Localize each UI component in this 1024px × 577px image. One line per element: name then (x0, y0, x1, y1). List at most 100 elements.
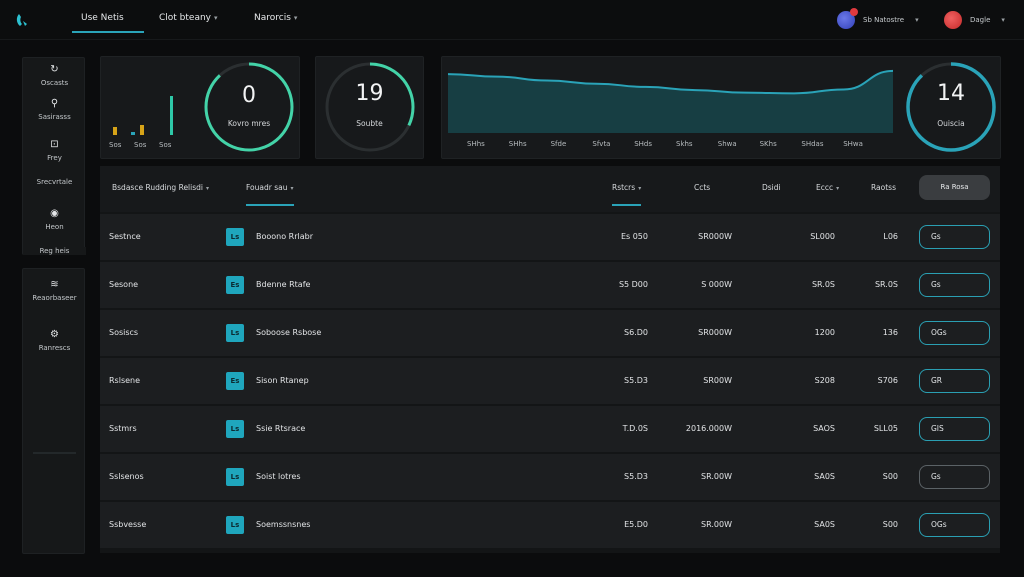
data-table: Bsdasce Rudding Relisdi ▾ Fouadr sau ▾ Rst… (100, 166, 1000, 553)
table-header: Bsdasce Rudding Relisdi ▾ Fouadr sau ▾ Rst… (100, 166, 1000, 212)
column-header-ccts[interactable]: Ccts (694, 183, 710, 192)
tab-use-netis[interactable]: Use Netis (72, 13, 144, 33)
row-value-1: S5.D3 (624, 376, 648, 385)
row-value-3: SAOS (813, 424, 835, 433)
chevron-down-icon: ▾ (1001, 16, 1005, 24)
row-value-3: 1200 (814, 328, 835, 337)
trend-card: SHhs SHhs Sfde Sfvta SHds Skhs Shwa SKhs SHdas SH… (441, 56, 1001, 159)
row-value-4: S706 (877, 376, 898, 385)
row-value-1: E5.D0 (624, 520, 648, 529)
row-icon: Ls (226, 420, 244, 438)
mini-bar-accent (131, 132, 135, 135)
row-value-4: 136 (882, 328, 898, 337)
row-value-1: Es 050 (620, 232, 648, 241)
sidebar-item-srecvrtale[interactable]: Srecvrtale (23, 178, 86, 186)
chevron-down-icon: ▾ (915, 16, 919, 24)
x-axis-tick-label: Sfvta (592, 140, 611, 148)
row-action-button[interactable]: Gs (919, 225, 990, 249)
ring-gauge-3 (906, 62, 996, 152)
table-row[interactable]: Ssbvesse Ls Soemssnsnes E5.D0 SR.00W SA0S S00 O… (100, 502, 1000, 548)
column-header-rstcrs[interactable]: Rstcrs ▾ (612, 183, 642, 206)
column-header-raotss[interactable]: Raotss (871, 183, 896, 192)
header-action-button[interactable]: Ra Rosa (919, 175, 990, 200)
area-chart (448, 69, 893, 133)
sidebar-item-sasirasss[interactable]: ⚲ Sasirasss (23, 98, 86, 121)
row-action-button[interactable]: GIS (919, 417, 990, 441)
row-value-2: SR.00W (701, 472, 732, 481)
settings-icon: ⚙ (50, 329, 59, 340)
sidebar-item-ranrescs[interactable]: ⚙ Ranrescs (23, 329, 86, 352)
x-axis-tick-label: SKhs (759, 140, 777, 148)
metric-card-ring2: 19 Soubte (315, 56, 424, 159)
mini-bar-chart (113, 96, 173, 135)
row-name: Ssbvesse (109, 520, 147, 529)
sidebar-item-heon[interactable]: ◉ Heon (23, 208, 86, 231)
row-value-2: SR00W (703, 376, 732, 385)
row-value-2: 2016.000W (685, 424, 732, 433)
row-detail: Booono Rrlabr (256, 232, 314, 241)
table-row[interactable]: Rslsene Es Sison Rtanep S5.D3 SR00W S208 S706 G… (100, 358, 1000, 404)
column-header-dsidi[interactable]: Dsidi (762, 183, 781, 192)
row-value-2: SR.00W (701, 520, 732, 529)
row-detail: Soemssnsnes (256, 520, 311, 529)
metric-card-mini-bars: Sos Sos Sos 0 Kovro mres (100, 56, 300, 159)
x-axis-tick-label: SHhs (508, 140, 527, 148)
user-menu-2[interactable]: Dagle ▾ (944, 11, 1005, 29)
mini-bar-label: Sos (159, 141, 172, 149)
chevron-down-icon: ▾ (293, 14, 298, 22)
x-axis-tick-label: Sfde (550, 140, 567, 148)
column-header-eccc[interactable]: Eccc ▾ (816, 183, 839, 192)
row-value-3: SL000 (810, 232, 835, 241)
column-header-name[interactable]: Bsdasce Rudding Relisdi ▾ (112, 183, 209, 192)
x-axis-tick-label: SHdas (801, 140, 824, 148)
tag-icon: ⊡ (50, 139, 59, 150)
notification-dot (850, 8, 858, 16)
row-value-1: T.D.0S (622, 424, 648, 433)
mini-bar (113, 127, 117, 135)
sidebar-item-frey[interactable]: ⊡ Frey (23, 139, 86, 162)
row-detail: Sison Rtanep (256, 376, 309, 385)
row-value-3: SA0S (814, 472, 835, 481)
row-action-button[interactable]: GR (919, 369, 990, 393)
x-axis-tick-label: Skhs (676, 140, 693, 148)
sidebar-item-oscasts[interactable]: ↻ Oscasts (23, 64, 86, 87)
table-row[interactable]: Sosiscs Ls Soboose Rsbose S6.D0 SR000W 1200 13… (100, 310, 1000, 356)
user-menu-1[interactable]: Sb Natostre ▾ (837, 8, 919, 29)
table-row[interactable]: Sesone Es Bdenne Rtafe S5 D00 S 000W SR.0S SR.… (100, 262, 1000, 308)
tab-clot-bteany[interactable]: Clot bteany ▾ (159, 13, 218, 23)
ring-icon: ◉ (50, 208, 59, 219)
table-row[interactable]: Sestnce Ls Booono Rrlabr Es 050 SR000W SL000 L… (100, 214, 1000, 260)
table-row[interactable]: Sslsenos Ls Soist lotres S5.D3 SR.00W SA0S S00… (100, 454, 1000, 500)
table-row[interactable]: Sstmrs Ls Ssie Rtsrace T.D.0S 2016.000W SAOS S… (100, 406, 1000, 452)
phone-icon[interactable] (14, 11, 32, 29)
row-value-4: S00 (882, 472, 898, 481)
row-name: Sesone (109, 280, 139, 289)
row-value-4: SLL05 (873, 424, 898, 433)
row-action-button[interactable]: Gs (919, 465, 990, 489)
refresh-icon: ↻ (50, 64, 59, 75)
ring-gauge-progress (906, 62, 996, 152)
row-value-4: SR.0S (874, 280, 898, 289)
user-avatar (837, 8, 858, 29)
row-action-button[interactable]: OGs (919, 513, 990, 537)
x-axis-tick-label: SHwa (843, 140, 863, 148)
column-header-detail[interactable]: Fouadr sau ▾ (246, 183, 294, 206)
row-value-3: S208 (814, 376, 835, 385)
stack-icon: ≋ (50, 279, 59, 290)
row-action-button[interactable]: OGs (919, 321, 990, 345)
ring2-value: 19 (355, 81, 384, 106)
sidebar-item-reaorbaseer[interactable]: ≋ Reaorbaseer (23, 279, 86, 302)
row-value-2: SR000W (698, 328, 732, 337)
top-bar: Use Netis Clot bteany ▾ Narorcis ▾ Sb Nato… (0, 0, 1024, 40)
ring1-value: 0 (242, 83, 256, 108)
row-action-button[interactable]: Gs (919, 273, 990, 297)
mini-bar-label: Sos (134, 141, 147, 149)
ring3-value: 14 (937, 81, 965, 106)
tab-narorcis[interactable]: Narorcis ▾ (254, 13, 297, 23)
sidebar-item-reg-heis[interactable]: Reg heis (23, 247, 86, 255)
row-value-2: S 000W (701, 280, 732, 289)
sidebar-primary: ↻ Oscasts ⚲ Sasirasss ⊡ Frey Srecvrtale … (22, 57, 86, 255)
chevron-down-icon: ▾ (290, 185, 294, 192)
chevron-down-icon: ▾ (836, 185, 840, 192)
row-name: Rslsene (109, 376, 141, 385)
